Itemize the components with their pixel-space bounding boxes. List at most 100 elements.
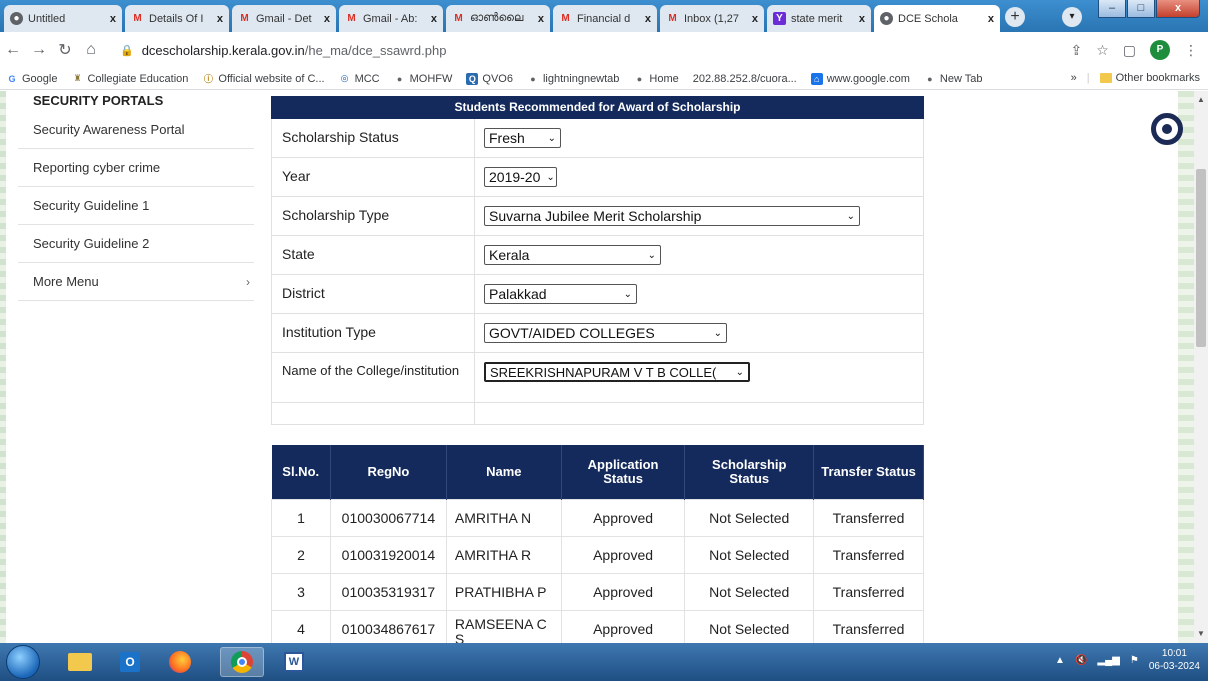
- eye-inner: [1156, 118, 1178, 140]
- cell-regno: 010035319317: [329, 572, 447, 611]
- clock[interactable]: 10:01 06-03-2024: [1149, 647, 1200, 673]
- address-bar[interactable]: 🔒 dcescholarship.kerala.gov.in/he_ma/dce…: [120, 37, 1060, 63]
- tray-expand-icon[interactable]: ▲: [1055, 655, 1065, 666]
- bookmark-google-com[interactable]: ⌂ www.google.com: [810, 72, 910, 85]
- gmail-icon: M: [454, 13, 463, 24]
- tab-gmail-det[interactable]: M Gmail - Det x: [232, 5, 336, 32]
- tab-label: state merit: [791, 12, 843, 25]
- sidebar-item-cyber-crime[interactable]: Reporting cyber crime: [18, 149, 254, 187]
- signal-icon[interactable]: ▂▄▆: [1097, 655, 1119, 666]
- close-icon[interactable]: x: [324, 13, 330, 25]
- bookmark-newtab[interactable]: ● New Tab: [924, 73, 982, 85]
- gmail-icon: M: [668, 13, 677, 24]
- accessibility-eye-icon[interactable]: [1151, 113, 1183, 145]
- other-bookmarks[interactable]: Other bookmarks: [1099, 72, 1200, 84]
- taskbar-explorer[interactable]: [58, 647, 102, 677]
- back-icon[interactable]: ←: [0, 41, 26, 59]
- bookmark-collegiate[interactable]: ♜ Collegiate Education: [71, 73, 188, 85]
- star-icon[interactable]: ☆: [1096, 42, 1109, 59]
- scroll-thumb[interactable]: [1196, 169, 1206, 347]
- sidebar-item-guideline-1[interactable]: Security Guideline 1: [18, 187, 254, 225]
- taskbar-word[interactable]: W: [272, 647, 316, 677]
- bookmark-mcc[interactable]: ◎ MCC: [339, 73, 380, 85]
- maximize-icon[interactable]: □: [1127, 0, 1155, 18]
- window-close-icon[interactable]: x: [1156, 0, 1200, 18]
- form-row-blank: [271, 403, 924, 425]
- taskbar-firefox[interactable]: [158, 647, 202, 677]
- taskbar-outlook[interactable]: O: [108, 647, 152, 677]
- close-icon[interactable]: x: [431, 13, 437, 25]
- share-icon[interactable]: ⇪: [1070, 42, 1082, 59]
- sidebar-title: SECURITY PORTALS: [33, 93, 164, 108]
- flag-icon[interactable]: ⚑: [1130, 655, 1139, 666]
- close-icon[interactable]: x: [988, 13, 994, 25]
- bookmark-home[interactable]: ● Home: [633, 73, 679, 85]
- sidebar-item-awareness[interactable]: Security Awareness Portal: [18, 111, 254, 149]
- tab-untitled[interactable]: ● Untitled x: [4, 5, 122, 32]
- tab-inbox[interactable]: M Inbox (1,27 x: [660, 5, 764, 32]
- vertical-scrollbar[interactable]: ▲ ▼: [1194, 91, 1208, 643]
- cell-slno: 4: [271, 609, 331, 643]
- folder-icon: [68, 653, 92, 671]
- sidebar-item-guideline-2[interactable]: Security Guideline 2: [18, 225, 254, 263]
- bookmark-mohfw[interactable]: ● MOHFW: [394, 73, 452, 85]
- sidepanel-icon[interactable]: ▢: [1123, 42, 1136, 59]
- tab-label: DCE Schola: [898, 12, 958, 25]
- scholarship-status-select[interactable]: Fresh ⌄: [484, 128, 561, 148]
- college-select[interactable]: SREEKRISHNAPURAM V T B COLLE(⌄: [484, 362, 750, 382]
- bookmark-google[interactable]: G Google: [6, 73, 57, 85]
- tab-financial[interactable]: M Financial d x: [553, 5, 657, 32]
- institution-type-select[interactable]: GOVT/AIDED COLLEGES ⌄: [484, 323, 727, 343]
- bookmark-official[interactable]: ⓘ Official website of C...: [202, 73, 325, 85]
- close-icon[interactable]: x: [110, 13, 116, 25]
- close-icon[interactable]: x: [859, 13, 865, 25]
- field-value-empty: [475, 403, 923, 424]
- home-icon[interactable]: ⌂: [78, 41, 104, 59]
- year-select[interactable]: 2019-20 ⌄: [484, 167, 557, 187]
- scroll-down-icon[interactable]: ▼: [1197, 629, 1205, 638]
- chevron-down-icon: ⌄: [647, 249, 656, 261]
- new-tab-button[interactable]: +: [1005, 7, 1025, 27]
- bookmark-label: Collegiate Education: [87, 72, 189, 85]
- bookmark-qvo6[interactable]: Q QVO6: [466, 72, 513, 85]
- tab-state-merit[interactable]: Y state merit x: [767, 5, 871, 32]
- bookmark-label: 202.88.252.8/cuora...: [692, 72, 797, 85]
- volume-muted-icon[interactable]: 🔇: [1075, 655, 1087, 666]
- profile-avatar[interactable]: P: [1150, 40, 1170, 60]
- lock-icon[interactable]: 🔒: [120, 44, 134, 57]
- close-icon[interactable]: x: [538, 13, 544, 25]
- taskbar-chrome[interactable]: [220, 647, 264, 677]
- scroll-up-icon[interactable]: ▲: [1197, 95, 1205, 104]
- close-icon[interactable]: x: [752, 13, 758, 25]
- globe-icon: ●: [10, 12, 23, 25]
- tab-search-icon[interactable]: ▾: [1062, 7, 1082, 27]
- menu-icon[interactable]: ⋮: [1184, 42, 1198, 59]
- close-icon[interactable]: x: [217, 13, 223, 25]
- tab-dce-scholarship[interactable]: ● DCE Schola x: [874, 5, 1000, 32]
- globe-icon: ●: [927, 73, 933, 84]
- chrome-icon: [231, 651, 253, 673]
- form-row: State Kerala ⌄: [271, 236, 924, 275]
- bookmark-ip[interactable]: 202.88.252.8/cuora...: [693, 73, 797, 85]
- scholarship-type-select[interactable]: Suvarna Jubilee Merit Scholarship ⌄: [484, 206, 860, 226]
- url-host: dcescholarship.kerala.gov.in: [141, 42, 305, 58]
- system-tray: ▲ 🔇 ▂▄▆ ⚑ 10:01 06-03-2024: [1055, 647, 1200, 673]
- forward-icon[interactable]: →: [26, 41, 52, 59]
- bookmarks-overflow[interactable]: »: [1071, 72, 1077, 84]
- column-header: Application Status: [561, 445, 686, 499]
- tab-gmail-abs[interactable]: M Gmail - Ab: x: [339, 5, 443, 32]
- tab-online[interactable]: M ഓൺലൈ x: [446, 5, 550, 32]
- start-button[interactable]: [6, 645, 40, 679]
- state-select[interactable]: Kerala ⌄: [484, 245, 661, 265]
- globe-icon: ●: [396, 73, 403, 84]
- bookmark-lightning[interactable]: ● lightningnewtab: [527, 73, 619, 85]
- minimize-icon[interactable]: –: [1098, 0, 1126, 18]
- tab-details[interactable]: M Details Of I x: [125, 5, 229, 32]
- sidebar-item-more-menu[interactable]: More Menu ›: [18, 263, 254, 301]
- reload-icon[interactable]: ↻: [52, 40, 78, 60]
- field-label: Name of the College/institution: [272, 353, 475, 402]
- district-select[interactable]: Palakkad ⌄: [484, 284, 637, 304]
- cell-application-status: Approved: [560, 572, 686, 611]
- close-icon[interactable]: x: [645, 13, 651, 25]
- firefox-icon: [169, 651, 191, 673]
